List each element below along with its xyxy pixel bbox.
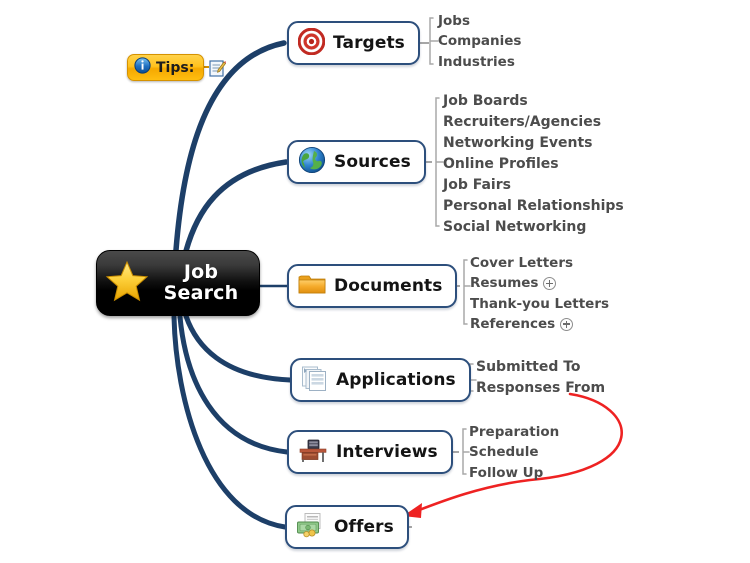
branch-node-targets[interactable]: Targets <box>287 21 420 65</box>
central-node-label: Job Search <box>151 262 251 304</box>
star-icon <box>105 259 149 307</box>
subitem-interviews-0[interactable]: Preparation <box>469 422 559 442</box>
subitem-applications-1[interactable]: Responses From <box>476 378 605 399</box>
subitem-documents-3[interactable]: References <box>470 314 609 334</box>
branch-line-applications <box>183 313 293 383</box>
subitem-targets-1[interactable]: Companies <box>438 31 521 51</box>
branch-node-interviews[interactable]: Interviews <box>287 430 453 474</box>
subitems-applications: Submitted To Responses From <box>476 357 605 399</box>
branch-node-offers[interactable]: Offers <box>285 505 409 549</box>
subitem-sources-0[interactable]: Job Boards <box>443 91 624 112</box>
branch-node-documents[interactable]: Documents <box>287 264 458 308</box>
subitem-sources-4[interactable]: Job Fairs <box>443 175 624 196</box>
subbracket-targets <box>429 17 439 65</box>
branch-label-offers: Offers <box>334 517 394 537</box>
subitems-sources: Job Boards Recruiters/Agencies Networkin… <box>443 91 624 238</box>
expand-icon-resumes[interactable] <box>543 277 557 291</box>
subitem-sources-1[interactable]: Recruiters/Agencies <box>443 112 624 133</box>
target-icon <box>297 27 326 59</box>
branch-label-applications: Applications <box>336 370 456 390</box>
branch-line-sources <box>183 159 289 254</box>
subbracket-sources <box>435 97 444 227</box>
subitem-sources-5[interactable]: Personal Relationships <box>443 196 624 217</box>
subitems-documents: Cover Letters Resumes Thank-you Letters … <box>470 253 609 335</box>
subitem-documents-1[interactable]: Resumes <box>470 273 609 293</box>
subitem-sources-6[interactable]: Social Networking <box>443 217 624 238</box>
info-icon <box>134 57 151 78</box>
branch-label-interviews: Interviews <box>336 442 438 462</box>
subitem-targets-0[interactable]: Jobs <box>438 11 521 31</box>
subitem-sources-2[interactable]: Networking Events <box>443 133 624 154</box>
branch-node-sources[interactable]: Sources <box>287 140 426 184</box>
money-icon <box>296 512 326 543</box>
branch-label-documents: Documents <box>334 276 443 296</box>
mindmap-canvas: Job Search Tips: Targets Jobs Companies … <box>0 0 750 563</box>
globe-icon <box>298 146 326 178</box>
branch-line-interviews <box>177 314 290 455</box>
expand-icon-references[interactable] <box>560 317 574 331</box>
subitem-documents-2[interactable]: Thank-you Letters <box>470 294 609 314</box>
central-node-job-search[interactable]: Job Search <box>96 250 260 316</box>
subitem-sources-3[interactable]: Online Profiles <box>443 154 624 175</box>
subitem-interviews-1[interactable]: Schedule <box>469 442 559 462</box>
branch-label-sources: Sources <box>334 152 411 172</box>
subitem-documents-0[interactable]: Cover Letters <box>470 253 609 273</box>
branch-node-applications[interactable]: Applications <box>290 358 471 402</box>
folder-icon <box>298 272 326 300</box>
central-label-line1: Job <box>183 261 219 283</box>
tips-label: Tips: <box>156 59 195 76</box>
central-label-line2: Search <box>163 282 239 304</box>
subitems-targets: Jobs Companies Industries <box>438 11 521 72</box>
tips-node[interactable]: Tips: <box>127 54 205 81</box>
documents-icon <box>301 365 328 396</box>
subitem-interviews-2[interactable]: Follow Up <box>469 463 559 483</box>
branch-label-targets: Targets <box>333 33 405 53</box>
note-icon[interactable] <box>209 59 227 81</box>
desk-icon <box>298 437 328 467</box>
subitem-applications-0[interactable]: Submitted To <box>476 357 605 378</box>
branch-line-offers <box>171 314 288 530</box>
subitem-targets-2[interactable]: Industries <box>438 52 521 72</box>
subitems-interviews: Preparation Schedule Follow Up <box>469 422 559 483</box>
